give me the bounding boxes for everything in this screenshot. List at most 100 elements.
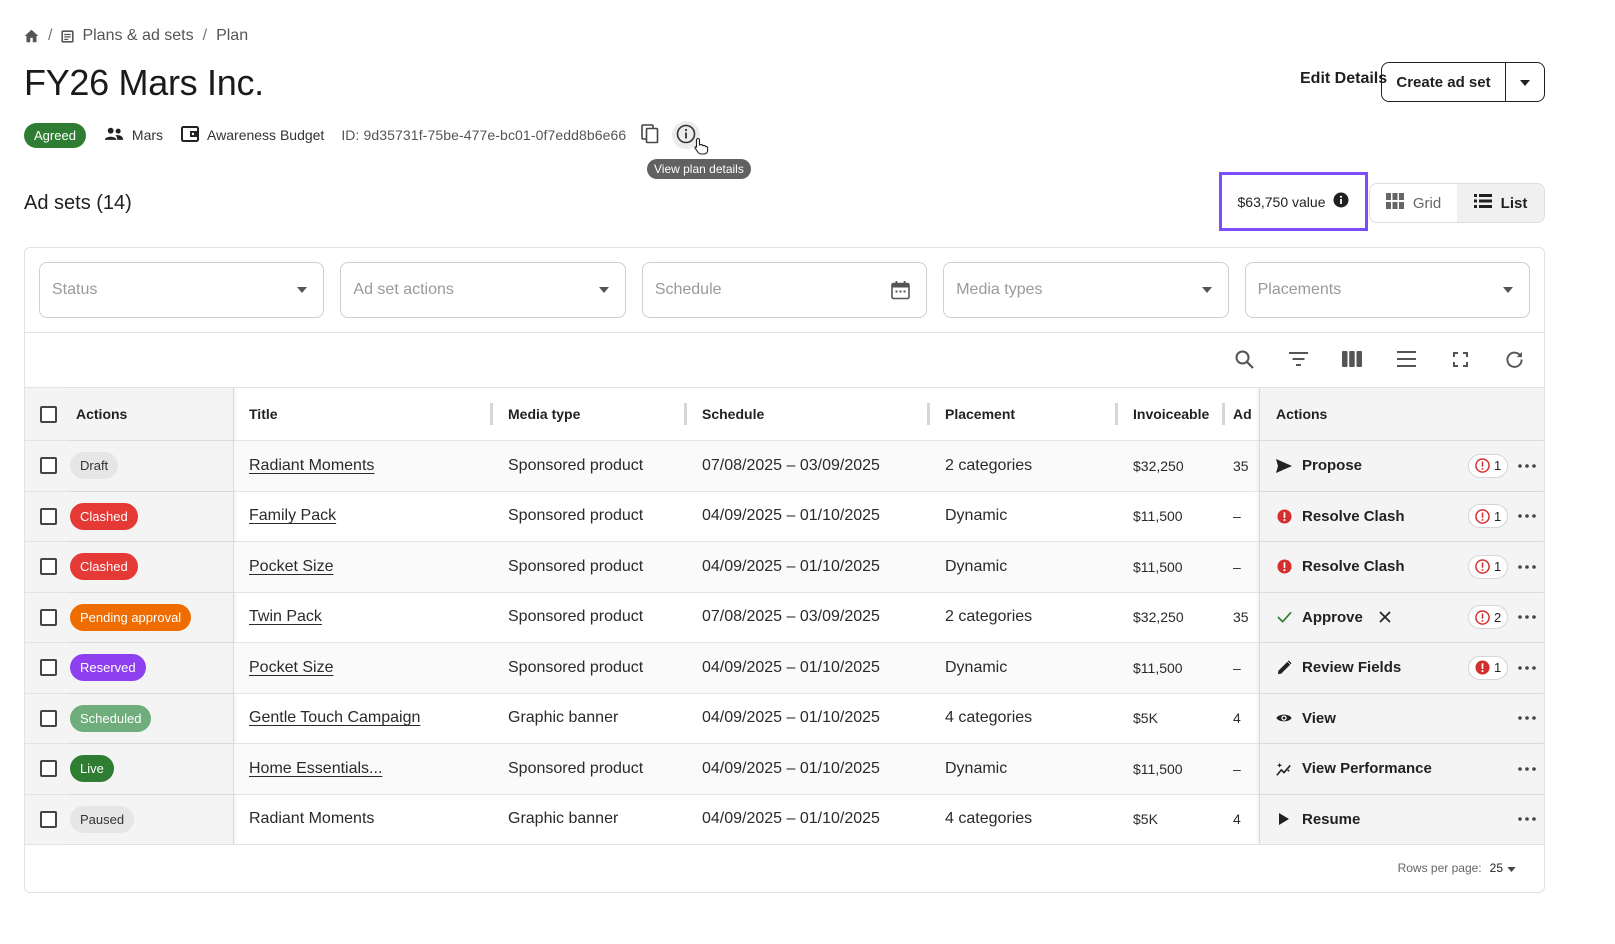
schedule-cell: 04/09/2025 – 01/10/2025 — [687, 744, 930, 794]
row-checkbox[interactable] — [39, 659, 57, 677]
header-invoiceable[interactable]: Invoiceable — [1118, 388, 1225, 440]
chevron-down-icon — [1503, 287, 1514, 293]
ad-set-title-link[interactable]: Radiant Moments — [249, 457, 374, 475]
actions-cell: View Performance — [1259, 744, 1544, 794]
error-count-badge[interactable]: 1 — [1468, 655, 1509, 680]
more-options-button[interactable] — [1518, 463, 1536, 468]
table-row[interactable]: Pending approval Twin Pack Sponsored produ… — [25, 592, 1544, 643]
table-row[interactable]: Clashed Pocket Size Sponsored product 04/09… — [25, 542, 1544, 593]
more-horizontal-icon — [1518, 817, 1536, 822]
primary-action-button[interactable]: View Performance — [1276, 760, 1432, 777]
row-checkbox-cell — [25, 693, 65, 743]
wallet-icon — [181, 125, 200, 145]
list-view-button[interactable]: List — [1457, 184, 1544, 222]
placement-text: 2 categories — [945, 608, 1033, 626]
ad-sets-heading: Ad sets (14) — [24, 192, 132, 214]
column-resize-handle[interactable] — [1222, 403, 1225, 425]
chevron-down-icon — [1201, 287, 1212, 293]
table-row[interactable]: Draft Radiant Moments Sponsored product 07/… — [25, 441, 1544, 492]
select-all-checkbox[interactable] — [39, 405, 57, 423]
primary-action-button[interactable]: Resume — [1276, 811, 1360, 828]
filter-icon[interactable] — [1286, 347, 1310, 371]
reject-button[interactable] — [1379, 611, 1391, 623]
primary-action-label: Review Fields — [1302, 659, 1402, 677]
ad-set-title-link[interactable]: Family Pack — [249, 507, 336, 525]
create-ad-set-dropdown[interactable] — [1506, 63, 1544, 101]
placement-cell: 4 categories — [930, 795, 1118, 845]
more-options-button[interactable] — [1518, 564, 1536, 569]
primary-action-button[interactable]: Approve — [1276, 609, 1363, 626]
media-type-cell: Sponsored product — [493, 744, 687, 794]
divider — [25, 332, 1544, 333]
refresh-icon[interactable] — [1502, 347, 1526, 371]
fullscreen-icon[interactable] — [1448, 347, 1472, 371]
placements-filter[interactable]: Placements — [1244, 262, 1531, 318]
schedule-filter[interactable]: Schedule — [641, 262, 928, 318]
ad-set-title-link[interactable]: Pocket Size — [249, 558, 333, 576]
ad-text: – — [1233, 760, 1241, 777]
error-count: 1 — [1494, 660, 1502, 676]
breadcrumb-plans-link[interactable]: Plans & ad sets — [61, 27, 194, 45]
copy-id-button[interactable] — [636, 121, 664, 149]
row-checkbox[interactable] — [39, 558, 57, 576]
create-ad-set-button[interactable]: Create ad set — [1382, 63, 1506, 101]
density-icon[interactable] — [1394, 347, 1418, 371]
more-options-button[interactable] — [1518, 615, 1536, 620]
grid-view-button[interactable]: Grid — [1370, 184, 1457, 222]
row-checkbox[interactable] — [39, 810, 57, 828]
columns-icon[interactable] — [1340, 347, 1364, 371]
status-filter[interactable]: Status — [39, 262, 325, 318]
ad-set-title-link[interactable]: Gentle Touch Campaign — [249, 709, 420, 727]
header-actions-right: Actions — [1259, 388, 1544, 440]
ad-set-title-link[interactable]: Pocket Size — [249, 659, 333, 677]
error-count-badge[interactable]: 1 — [1468, 554, 1509, 579]
row-checkbox[interactable] — [39, 608, 57, 626]
rows-per-page-select[interactable]: 25 — [1490, 861, 1516, 875]
actions-cell: Propose 1 — [1259, 441, 1544, 491]
error-count-badge[interactable]: 1 — [1468, 453, 1509, 478]
more-options-button[interactable] — [1518, 514, 1536, 519]
table-row[interactable]: Live Home Essentials... Sponsored product 0… — [25, 744, 1544, 795]
ad-text: – — [1233, 659, 1241, 676]
home-icon[interactable] — [24, 29, 39, 43]
row-checkbox[interactable] — [39, 709, 57, 727]
info-filled-icon[interactable] — [1333, 192, 1349, 211]
header-ad[interactable]: Ad — [1225, 388, 1259, 440]
more-options-button[interactable] — [1518, 665, 1536, 670]
search-icon[interactable] — [1232, 347, 1256, 371]
ad-set-title-link[interactable]: Twin Pack — [249, 608, 322, 626]
primary-action-button[interactable]: Review Fields — [1276, 659, 1401, 676]
table-row[interactable]: Clashed Family Pack Sponsored product 04/09… — [25, 491, 1544, 542]
table-row[interactable]: Reserved Pocket Size Sponsored product 04/0… — [25, 643, 1544, 694]
more-options-button[interactable] — [1518, 766, 1536, 771]
media-type-text: Sponsored product — [508, 557, 644, 575]
row-checkbox[interactable] — [39, 457, 57, 475]
header-title[interactable]: Title — [234, 388, 493, 440]
ad-set-title-link[interactable]: Home Essentials... — [249, 760, 382, 778]
more-options-button[interactable] — [1518, 817, 1536, 822]
placement-text: 4 categories — [945, 709, 1033, 727]
row-checkbox[interactable] — [39, 507, 57, 525]
edit-details-button[interactable]: Edit Details — [1300, 70, 1387, 88]
title-cell: Family Pack — [234, 492, 493, 542]
primary-action-button[interactable]: Propose — [1276, 457, 1362, 474]
media-types-filter[interactable]: Media types — [943, 262, 1229, 318]
plan-id: ID: 9d35731f-75be-477e-bc01-0f7edd8b6e66 — [341, 127, 627, 143]
primary-action-button[interactable]: View — [1276, 710, 1336, 727]
primary-action-button[interactable]: Resolve Clash — [1276, 508, 1405, 525]
table-row[interactable]: Paused Radiant Moments Graphic banner 04/09… — [25, 794, 1544, 845]
placement-cell: Dynamic — [930, 643, 1118, 693]
error-count-badge[interactable]: 2 — [1468, 605, 1509, 630]
primary-action-button[interactable]: Resolve Clash — [1276, 558, 1405, 575]
calendar-icon[interactable] — [891, 281, 911, 300]
create-ad-set-split-button: Create ad set — [1381, 62, 1545, 102]
ad-text: 4 — [1233, 710, 1241, 727]
table-row[interactable]: Scheduled Gentle Touch Campaign Graphic ba… — [25, 693, 1544, 744]
header-schedule[interactable]: Schedule — [687, 388, 930, 440]
row-checkbox[interactable] — [39, 760, 57, 778]
more-options-button[interactable] — [1518, 716, 1536, 721]
ad-set-actions-filter[interactable]: Ad set actions — [340, 262, 626, 318]
header-placement[interactable]: Placement — [930, 388, 1118, 440]
error-count-badge[interactable]: 1 — [1468, 504, 1509, 529]
header-media-type[interactable]: Media type — [493, 388, 687, 440]
